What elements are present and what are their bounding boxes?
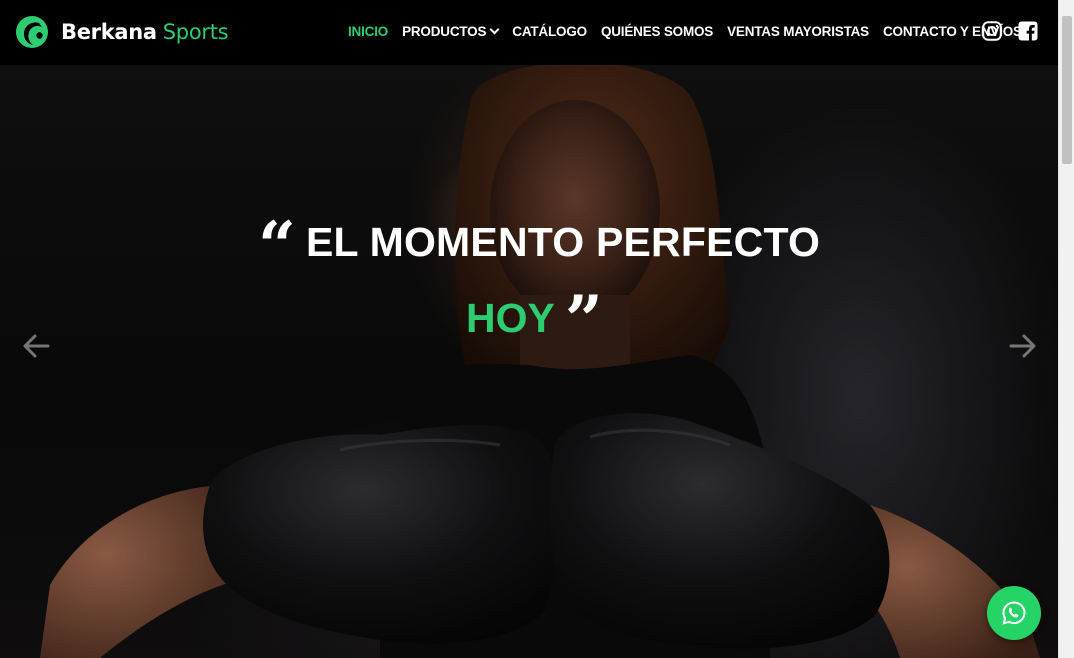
nav-item-label: INICIO: [348, 23, 389, 39]
nav-item-label: QUIÉNES SOMOS: [600, 23, 714, 39]
page: Berkana Sports INICIO PRODUCTOS CATÁLOGO …: [0, 0, 1074, 658]
hero-headline: EL MOMENTO PERFECTO: [305, 219, 821, 265]
main-nav: INICIO PRODUCTOS CATÁLOGO QUIÉNES SOMOS …: [348, 0, 1036, 62]
brand-logo-link[interactable]: Berkana Sports: [15, 15, 229, 49]
chevron-down-icon: [489, 24, 500, 34]
hero-headline-line1: “ EL MOMENTO PERFECTO: [258, 213, 820, 271]
arrow-right-icon[interactable]: [1009, 333, 1037, 359]
hero-dim-overlay: [0, 65, 1058, 658]
brand-name-part2: Sports: [162, 19, 229, 44]
whatsapp-icon: [1002, 601, 1026, 625]
nav-item-label: PRODUCTOS: [402, 23, 487, 39]
nav-item-quienes-somos[interactable]: QUIÉNES SOMOS: [601, 24, 713, 39]
brand-name: Berkana Sports: [61, 19, 229, 44]
nav-item-productos[interactable]: PRODUCTOS: [402, 23, 500, 39]
arrow-left-icon[interactable]: [22, 333, 50, 359]
open-quote-icon: “: [258, 213, 296, 259]
brand-name-part1: Berkana: [61, 19, 157, 44]
site-header: Berkana Sports INICIO PRODUCTOS CATÁLOGO …: [0, 0, 1058, 65]
close-quote-icon: ”: [564, 287, 603, 333]
instagram-icon[interactable]: [982, 21, 1002, 41]
nav-item-catalogo[interactable]: CATÁLOGO: [512, 24, 587, 39]
facebook-icon[interactable]: [1018, 21, 1038, 41]
nav-item-ventas-mayoristas[interactable]: VENTAS MAYORISTAS: [727, 24, 869, 39]
hero-headline-line2: HOY ”: [466, 287, 603, 347]
hero-carousel: “ EL MOMENTO PERFECTO HOY ”: [0, 65, 1058, 658]
page-scrollbar[interactable]: [1058, 0, 1074, 658]
nav-item-inicio[interactable]: INICIO: [348, 24, 388, 39]
scrollbar-thumb[interactable]: [1062, 16, 1072, 164]
whatsapp-button[interactable]: [987, 586, 1041, 640]
crescent-leaf-logo-icon: [16, 16, 48, 48]
nav-item-label: VENTAS MAYORISTAS: [727, 23, 869, 39]
hero-headline-accent: HOY: [466, 295, 555, 341]
nav-item-label: CATÁLOGO: [512, 23, 587, 39]
